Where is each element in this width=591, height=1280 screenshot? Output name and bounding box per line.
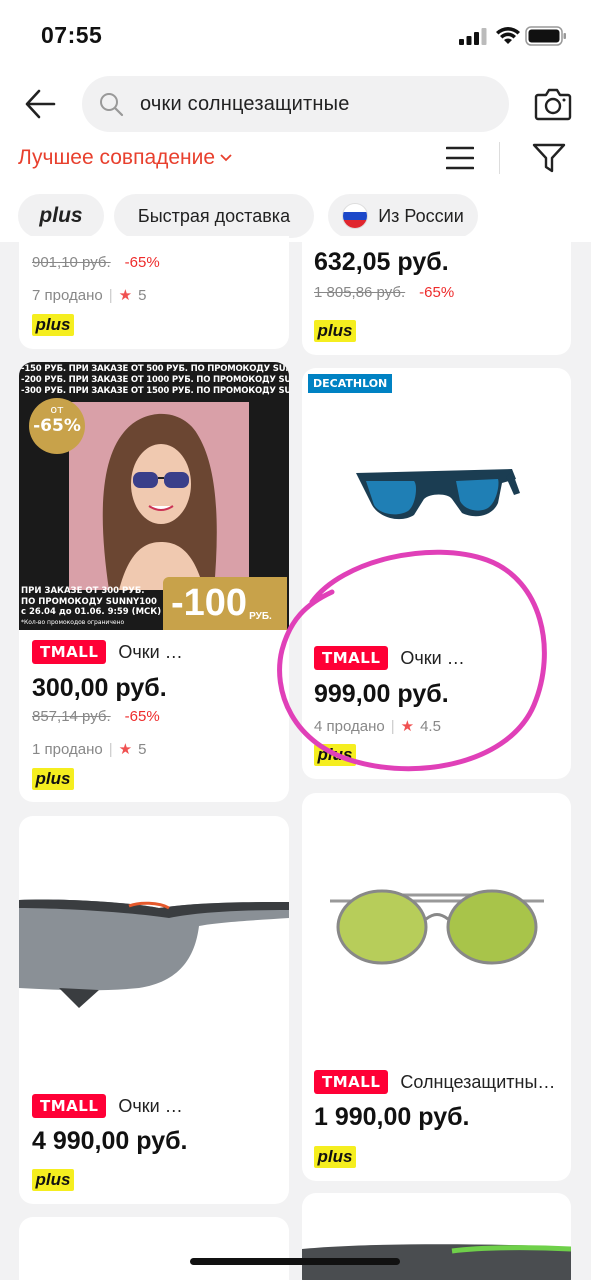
promo-bottom-line: с 26.04 до 01.06. 9:59 (МСК) xyxy=(21,607,162,617)
old-price: 901,10 руб. xyxy=(32,254,111,271)
plus-badge: plus xyxy=(314,1146,356,1168)
back-button[interactable] xyxy=(20,86,60,122)
search-query: очки солнцезащитные xyxy=(140,92,350,115)
brand-logo: DECATHLON xyxy=(308,374,393,393)
plus-badge: plus xyxy=(314,320,356,342)
promo-bottom-line: ПО ПРОМОКОДУ SUNNY100 xyxy=(21,596,157,607)
discount: -65% xyxy=(419,284,455,301)
list-view-icon[interactable] xyxy=(446,145,474,171)
promo-rub: РУБ. xyxy=(249,611,272,622)
discount-circle: от -65% xyxy=(29,398,85,454)
separator: | xyxy=(108,286,113,304)
chip-from-russia[interactable]: Из России xyxy=(328,194,478,238)
promo-big: -100 xyxy=(171,582,248,624)
annotation-circle xyxy=(277,549,547,772)
chip-plus[interactable]: plus xyxy=(18,194,104,238)
separator: | xyxy=(108,740,113,758)
promo-bottom-line: ПРИ ЗАКАЗЕ ОТ 300 РУБ. xyxy=(21,586,145,596)
chip-fast-delivery[interactable]: Быстрая доставка xyxy=(114,194,314,238)
model-photo xyxy=(69,402,249,590)
sort-dropdown[interactable]: Лучшее совпадение xyxy=(18,146,233,170)
sold-count: 7 продано xyxy=(32,286,103,304)
home-indicator[interactable] xyxy=(190,1258,400,1265)
product-title: Очки солнцезащитные xyxy=(118,641,186,662)
price: 300,00 руб. xyxy=(32,674,167,702)
divider xyxy=(499,142,500,174)
star-icon: ★ xyxy=(118,741,133,758)
product-card[interactable] xyxy=(19,1217,289,1280)
discount: -65% xyxy=(124,708,160,725)
product-card[interactable]: TMALL Очки солнцезащитные 4 990,00 руб. … xyxy=(19,816,289,1204)
price: 4 990,00 руб. xyxy=(32,1127,188,1155)
product-image xyxy=(356,469,520,520)
tmall-badge: TMALL xyxy=(314,1070,389,1094)
product-card[interactable] xyxy=(302,1193,571,1280)
chip-from-russia-label: Из России xyxy=(378,205,464,226)
search-icon xyxy=(100,93,124,117)
promo-text: -200 РУБ. ПРИ ЗАКАЗЕ ОТ 1000 РУБ. ПО ПРО… xyxy=(21,375,289,385)
discount: -65% xyxy=(124,254,160,271)
plus-badge: plus xyxy=(32,1169,74,1191)
tmall-badge: TMALL xyxy=(32,640,107,664)
promo-100-badge: -100 РУБ. xyxy=(163,577,287,630)
product-card[interactable]: 632,05 руб. 1 805,86 руб. -65% plus xyxy=(302,236,571,355)
product-card[interactable]: TMALL Солнцезащитные очки 1 990,00 руб. … xyxy=(302,793,571,1181)
rating: 5 xyxy=(138,740,147,758)
promo-bottom-text: ПРИ ЗАКАЗЕ ОТ 300 РУБ. ПО ПРОМОКОДУ SUNN… xyxy=(21,586,161,628)
search-input[interactable]: очки солнцезащитные xyxy=(82,76,509,132)
promo-bottom-line: *Кол-во промокодов ограничено xyxy=(21,618,125,626)
wifi-icon xyxy=(496,27,520,44)
product-title: Солнцезащитные очки xyxy=(400,1071,559,1092)
cellular-signal-icon xyxy=(459,28,487,45)
promo-from: от xyxy=(50,403,64,416)
product-image: -150 РУБ. ПРИ ЗАКАЗЕ ОТ 500 РУБ. ПО ПРОМ… xyxy=(19,362,289,630)
arrow-left-icon xyxy=(25,89,56,119)
promo-text: -150 РУБ. ПРИ ЗАКАЗЕ ОТ 500 РУБ. ПО ПРОМ… xyxy=(21,364,289,374)
price: 1 990,00 руб. xyxy=(314,1103,470,1131)
product-image xyxy=(330,889,544,965)
rating: 5 xyxy=(138,286,147,304)
plus-badge: plus xyxy=(32,768,74,790)
promo-text: -300 РУБ. ПРИ ЗАКАЗЕ ОТ 1500 РУБ. ПО ПРО… xyxy=(21,386,289,396)
product-card[interactable]: -150 РУБ. ПРИ ЗАКАЗЕ ОТ 500 РУБ. ПО ПРОМ… xyxy=(19,362,289,802)
old-price: 857,14 руб. xyxy=(32,708,111,725)
old-price: 1 805,86 руб. xyxy=(314,284,406,301)
plus-badge: plus xyxy=(32,314,74,336)
tmall-badge: TMALL xyxy=(32,1094,107,1118)
camera-icon[interactable] xyxy=(534,86,572,122)
filter-icon[interactable] xyxy=(532,142,566,174)
chevron-down-icon xyxy=(220,154,232,162)
product-title: Очки солнцезащитные xyxy=(118,1095,186,1116)
sort-label: Лучшее совпадение xyxy=(18,146,216,169)
status-time: 07:55 xyxy=(41,22,103,48)
product-image xyxy=(19,899,289,1008)
product-card[interactable]: 901,10 руб. -65% 7 продано | ★ 5 plus xyxy=(19,236,289,349)
star-icon: ★ xyxy=(118,287,133,304)
price: 632,05 руб. xyxy=(314,248,449,276)
promo-pct: -65% xyxy=(33,416,81,436)
sold-count: 1 продано xyxy=(32,740,103,758)
russia-flag-icon xyxy=(342,203,369,229)
battery-icon xyxy=(525,26,566,46)
